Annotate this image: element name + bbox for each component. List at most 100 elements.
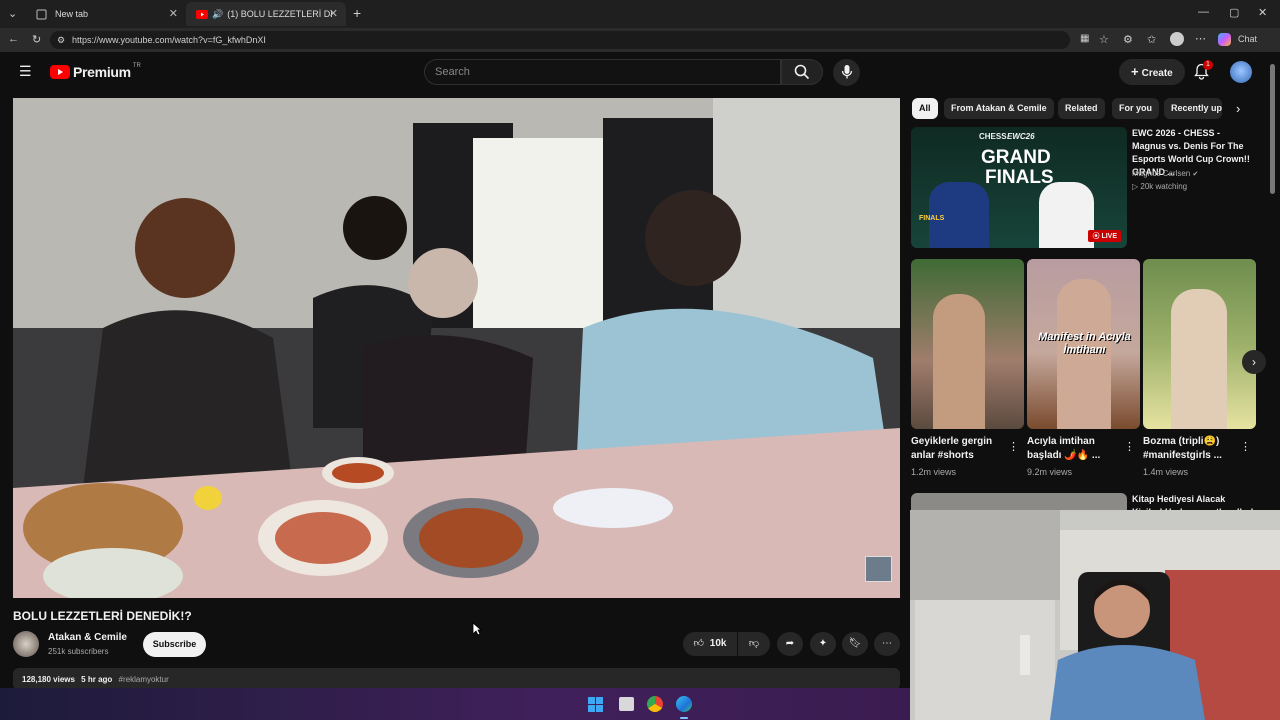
back-arrow-icon[interactable]: ← xyxy=(8,33,19,45)
copilot-icon[interactable] xyxy=(1218,33,1231,46)
more-menu-icon[interactable]: ⋯ xyxy=(1195,32,1206,45)
save-button[interactable]: 🔖︎ xyxy=(842,632,868,656)
more-dots-icon: ⋯ xyxy=(882,638,892,649)
dislike-button[interactable]: 👎︎ xyxy=(738,632,770,656)
maximize-icon[interactable]: ▢ xyxy=(1229,6,1239,19)
youtube-logo[interactable]: Premium TR xyxy=(50,63,141,80)
task-view-icon[interactable] xyxy=(619,697,634,711)
recommended-channel[interactable]: Magnus Carlsen ✔ xyxy=(1132,169,1198,178)
recommended-thumbnail[interactable]: CHESS EWC26 GRAND FINALS FINALS ⦿ LIVE xyxy=(911,127,1127,248)
short-views: 9.2m views xyxy=(1027,467,1073,477)
thumbs-up-icon: 👍︎ xyxy=(693,638,704,649)
url-field[interactable]: ⚙ https://www.youtube.com/watch?v=fG_kfw… xyxy=(50,31,1070,49)
voice-search-button[interactable] xyxy=(833,59,860,86)
subscribe-button[interactable]: Subscribe xyxy=(143,632,206,657)
live-badge: ⦿ LIVE xyxy=(1088,230,1121,242)
profile-avatar-icon[interactable] xyxy=(1170,32,1184,46)
extensions-icon[interactable]: ⚙ xyxy=(1123,33,1133,46)
video-title: BOLU LEZZETLERİ DENEDİK!? xyxy=(13,609,192,623)
minimize-icon[interactable]: — xyxy=(1198,6,1209,18)
chip-all[interactable]: All xyxy=(912,98,938,119)
search-button[interactable] xyxy=(781,59,823,85)
webcam-frame-image xyxy=(910,510,1280,720)
sparkle-icon: ✦ xyxy=(818,638,828,649)
youtube-header: ☰ Premium TR Search + Create 1 xyxy=(0,52,1280,194)
favorite-star-icon[interactable]: ☆ xyxy=(1099,33,1109,46)
reload-icon[interactable]: ↻ xyxy=(32,33,41,46)
share-arrow-icon: ➦ xyxy=(785,638,795,649)
hashtag-link[interactable]: #reklamyoktur xyxy=(119,675,169,684)
thumb-finals-label: FINALS xyxy=(985,167,1054,188)
short-thumbnail[interactable] xyxy=(911,259,1024,429)
plus-icon: + xyxy=(1131,64,1139,79)
thumb-finals-small-label: FINALS xyxy=(919,215,945,222)
channel-name[interactable]: Atakan & Cemile xyxy=(48,632,127,643)
thumb-chess-label: CHESS xyxy=(979,132,1007,141)
channel-avatar[interactable] xyxy=(13,631,39,657)
shorts-next-button[interactable]: › xyxy=(1242,350,1266,374)
thumb-player-right xyxy=(1039,182,1094,248)
tab-youtube-video[interactable]: 🔊 (1) BOLU LEZZETLERİ DENEDİK!? ✕ xyxy=(186,2,346,26)
youtube-favicon-icon xyxy=(196,9,208,19)
favorites-icon[interactable]: ✩ xyxy=(1147,33,1156,46)
tab-new-tab[interactable]: New tab ✕ xyxy=(26,2,186,26)
chip-related[interactable]: Related xyxy=(1058,98,1105,119)
reading-view-icon[interactable]: ▦ xyxy=(1080,33,1089,44)
short-views: 1.2m views xyxy=(911,467,957,477)
chrome-taskbar-icon[interactable] xyxy=(647,696,663,712)
create-label: Create xyxy=(1141,68,1173,79)
short-figure xyxy=(1171,289,1227,429)
url-text: https://www.youtube.com/watch?v=fG_kfwhD… xyxy=(72,35,266,45)
tab-list-icon[interactable]: ⌄ xyxy=(8,7,17,20)
channel-watermark[interactable] xyxy=(865,556,892,582)
short-thumbnail[interactable] xyxy=(1143,259,1256,429)
like-count: 10k xyxy=(709,638,727,649)
ask-ai-button[interactable]: ✦ xyxy=(810,632,836,656)
new-tab-favicon-icon xyxy=(36,9,47,19)
short-more-icon[interactable]: ⋮ xyxy=(1240,440,1251,453)
short-more-icon[interactable]: ⋮ xyxy=(1124,440,1135,453)
video-player[interactable] xyxy=(13,98,900,598)
like-button[interactable]: 👍︎ 10k xyxy=(683,632,737,656)
next-video-thumbnail[interactable] xyxy=(911,493,1127,510)
chip-for-you[interactable]: For you xyxy=(1112,98,1159,119)
page-scrollbar[interactable] xyxy=(1270,64,1275,194)
short-title[interactable]: Acıyla imtihan başladı 🌶️🔥 ... xyxy=(1027,435,1123,463)
new-tab-plus-icon[interactable]: + xyxy=(353,5,361,21)
thumb-ewc-label: EWC26 xyxy=(1007,132,1035,141)
short-title[interactable]: Bozma (tripli😩) #manifestgirls ... xyxy=(1143,435,1239,463)
create-button[interactable]: + Create xyxy=(1119,59,1185,85)
search-input[interactable]: Search xyxy=(424,59,781,85)
account-avatar[interactable] xyxy=(1230,61,1252,83)
chip-recently-uploaded[interactable]: Recently up xyxy=(1164,98,1222,119)
close-window-icon[interactable]: ✕ xyxy=(1258,6,1267,19)
region-label: TR xyxy=(132,63,141,69)
recommended-meta: ▷ 20k watching xyxy=(1132,182,1187,191)
edge-taskbar-icon[interactable] xyxy=(676,696,692,712)
close-tab-icon[interactable]: ✕ xyxy=(169,7,178,20)
browser-tab-bar: ⌄ New tab ✕ 🔊 (1) BOLU LEZZETLERİ DENEDİ… xyxy=(0,0,1280,28)
subscriber-count: 251k subscribers xyxy=(48,647,109,656)
bookmark-icon: 🔖︎ xyxy=(848,638,862,649)
windows-start-icon[interactable] xyxy=(588,697,603,712)
short-more-icon[interactable]: ⋮ xyxy=(1008,440,1019,453)
hamburger-menu-icon[interactable]: ☰ xyxy=(19,63,32,80)
speaker-icon[interactable]: 🔊 xyxy=(212,9,223,20)
copilot-chat-label[interactable]: Chat xyxy=(1238,34,1257,44)
notifications-button[interactable]: 1 xyxy=(1194,60,1213,85)
notification-count-badge: 1 xyxy=(1203,60,1213,70)
share-button[interactable]: ➦ xyxy=(777,632,803,656)
short-title[interactable]: Geyiklerle gergin anlar #shorts xyxy=(911,435,1007,463)
short-overlay-text: Manifest in Acıyla İmtihanı xyxy=(1038,331,1131,356)
mouse-cursor-icon xyxy=(472,622,482,636)
chips-next-chevron-icon[interactable]: › xyxy=(1236,101,1240,116)
description-box[interactable]: 128,180 views 5 hr ago #reklamyoktur xyxy=(13,668,900,690)
more-actions-button[interactable]: ⋯ xyxy=(874,632,900,656)
site-info-icon[interactable]: ⚙ xyxy=(57,31,65,49)
view-count: 128,180 views xyxy=(22,675,75,684)
short-thumbnail[interactable]: Manifest in Acıyla İmtihanı xyxy=(1027,259,1140,429)
chip-from-channel[interactable]: From Atakan & Cemile xyxy=(944,98,1054,119)
close-tab-icon[interactable]: ✕ xyxy=(329,7,338,20)
next-video-title[interactable]: Kitap Hediyesi Alacak Kişiler! Herkese m… xyxy=(1132,493,1258,510)
watching-count: 20k watching xyxy=(1140,182,1188,191)
